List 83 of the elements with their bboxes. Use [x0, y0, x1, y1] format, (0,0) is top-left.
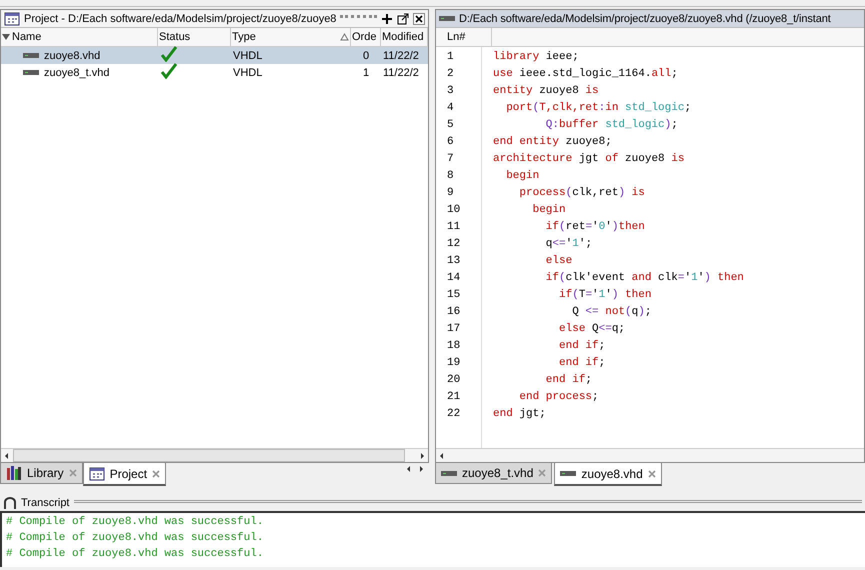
- line-number: 2: [446, 67, 455, 82]
- modified-date: 11/22/2: [382, 50, 420, 62]
- line-number: 20: [446, 373, 462, 388]
- transcript-title: Transcript: [21, 497, 70, 509]
- line-number: 19: [446, 356, 462, 371]
- code-line: end if;: [558, 339, 606, 354]
- close-icon[interactable]: [413, 12, 425, 24]
- column-header[interactable]: Name: [1, 28, 158, 46]
- code-line: architecture jgt of zuoye8 is: [493, 152, 686, 167]
- file-name: zuoye8.vhd: [44, 50, 100, 62]
- code-line: process(clk,ret) is: [518, 186, 646, 201]
- panel-title: Project - D:/Each software/eda/Modelsim/project/zuoye8/zuoye8: [24, 12, 336, 24]
- books-icon: [6, 466, 22, 480]
- file-type: VHDL: [232, 66, 264, 78]
- line-number: 12: [446, 237, 462, 252]
- column-header[interactable]: Type: [231, 28, 351, 46]
- file-row[interactable]: zuoye8_t.vhd VHDL 1 11/22/2: [1, 64, 428, 81]
- code-line: else Q<=q;: [558, 322, 626, 337]
- line-number-header: Ln#: [436, 28, 492, 46]
- line-number: 8: [446, 169, 455, 184]
- file-tab[interactable]: zuoye8_t.vhd: [435, 463, 552, 484]
- code-line: entity zuoye8 is: [493, 84, 600, 99]
- line-number: 22: [446, 407, 462, 422]
- line-number: 14: [446, 271, 462, 286]
- file-type: VHDL: [232, 50, 264, 62]
- file-tab[interactable]: zuoye8.vhd: [554, 463, 662, 486]
- line-number: 6: [446, 135, 455, 150]
- line-number: 18: [446, 339, 462, 354]
- code-line: else: [544, 254, 574, 269]
- line-number: 7: [446, 152, 455, 167]
- panel-tab[interactable]: Library: [0, 463, 83, 484]
- file-icon: [560, 471, 576, 476]
- file-icon: [23, 53, 39, 58]
- line-number: 3: [446, 84, 455, 99]
- editor-title: D:/Each software/eda/Modelsim/project/zuoye8/zuoye8.vhd (/zuoye8_t/instant: [459, 12, 831, 24]
- file-icon: [23, 70, 39, 75]
- file-row[interactable]: zuoye8.vhd VHDL 0 11/22/2: [1, 47, 428, 64]
- line-number: 5: [446, 118, 455, 133]
- line-number: 17: [446, 322, 462, 337]
- code-line: use ieee.std_logic_1164.all;: [493, 67, 679, 82]
- code-line: library ieee;: [493, 50, 580, 65]
- line-number: 1: [446, 50, 455, 65]
- transcript-icon: [3, 496, 17, 510]
- code-line: end jgt;: [493, 407, 547, 422]
- code-line: if(T='1') then: [558, 288, 652, 303]
- code-line: end if;: [544, 373, 594, 388]
- code-line: Q:buffer std_logic);: [544, 118, 679, 133]
- line-number: 15: [446, 288, 462, 303]
- file-name: zuoye8_t.vhd: [44, 66, 110, 78]
- file-icon: [441, 470, 457, 476]
- code-line: end entity zuoye8;: [493, 135, 613, 150]
- line-number: 16: [446, 305, 462, 320]
- code-line: end process;: [518, 390, 600, 405]
- undock-icon[interactable]: [397, 12, 409, 24]
- code-line: if(ret='0')then: [544, 220, 646, 235]
- code-line: end if;: [558, 356, 606, 371]
- code-line: begin: [532, 203, 567, 218]
- line-number: 13: [446, 254, 462, 269]
- column-header[interactable]: Modified: [381, 28, 428, 46]
- line-number: 11: [446, 220, 462, 235]
- line-number: 9: [446, 186, 455, 201]
- code-line: Q <= not(q);: [571, 305, 652, 320]
- code-line: q<='1';: [544, 237, 594, 252]
- line-number: 4: [446, 101, 455, 116]
- code-line: begin: [505, 169, 540, 184]
- panel-tab[interactable]: Project: [82, 463, 166, 486]
- code-line: if(clk'event and clk='1') then: [544, 271, 745, 286]
- filter-icon[interactable]: [2, 33, 10, 41]
- code-line: port(T,clk,ret:in std_logic;: [505, 101, 692, 116]
- transcript-line: # Compile of zuoye8.vhd was successful.: [6, 547, 264, 562]
- project-icon: [88, 466, 105, 480]
- modified-date: 11/22/2: [382, 66, 420, 78]
- file-icon: [439, 16, 455, 21]
- transcript-line: # Compile of zuoye8.vhd was successful.: [6, 515, 264, 530]
- compile-order: 1: [362, 66, 370, 78]
- transcript-line: # Compile of zuoye8.vhd was successful.: [6, 531, 264, 546]
- line-number: 10: [446, 203, 462, 218]
- line-number: 21: [446, 390, 462, 405]
- compile-order: 0: [362, 50, 370, 62]
- scrollbar-thumb[interactable]: [13, 449, 405, 462]
- dock-icon[interactable]: [381, 12, 393, 24]
- column-header[interactable]: Status: [158, 28, 231, 46]
- column-header[interactable]: Orde: [351, 28, 381, 46]
